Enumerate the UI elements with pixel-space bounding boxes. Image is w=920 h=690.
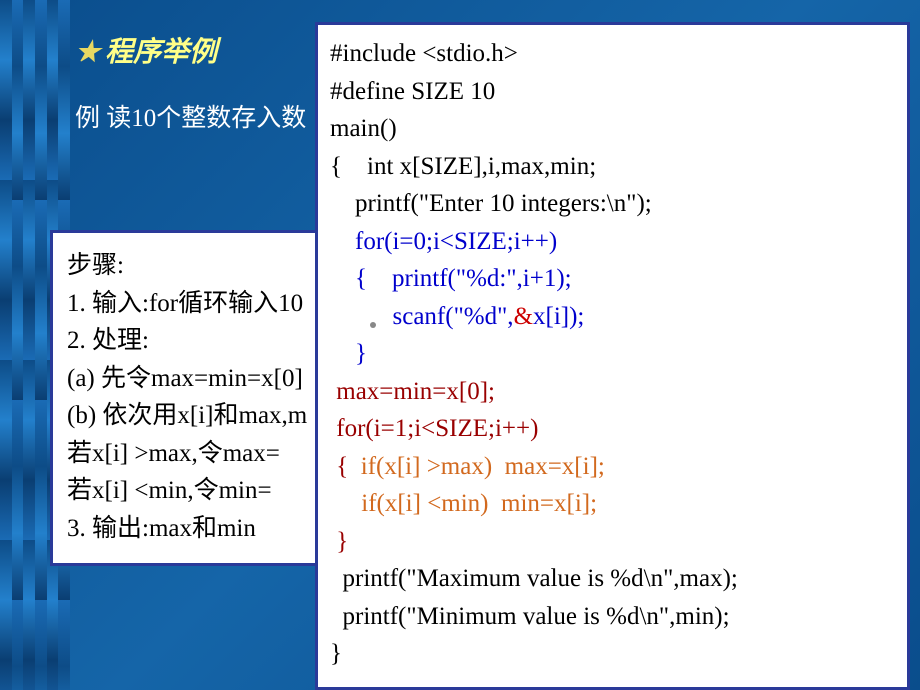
marker-dot — [370, 322, 376, 328]
code-line: #include <stdio.h> — [330, 35, 895, 73]
example-description: 例 读10个整数存入数 — [75, 98, 306, 134]
code-panel: #include <stdio.h> #define SIZE 10 main(… — [315, 22, 910, 690]
code-line: { printf("%d:",i+1); — [330, 260, 895, 298]
section-title: ★程序举例 — [75, 30, 217, 70]
code-line: printf("Minimum value is %d\n",min); — [330, 598, 895, 636]
code-line: printf("Enter 10 integers:\n"); — [330, 185, 895, 223]
title-text: 程序举例 — [105, 37, 217, 68]
code-line: { if(x[i] >max) max=x[i]; — [330, 448, 895, 486]
code-line: } — [330, 523, 895, 561]
code-line: main() — [330, 110, 895, 148]
code-line: } — [330, 335, 895, 373]
code-line: } — [330, 635, 895, 673]
code-line: #define SIZE 10 — [330, 73, 895, 111]
code-line: printf("Maximum value is %d\n",max); — [330, 560, 895, 598]
code-line: for(i=1;i<SIZE;i++) — [330, 410, 895, 448]
code-line: { int x[SIZE],i,max,min; — [330, 148, 895, 186]
code-line: max=min=x[0]; — [330, 373, 895, 411]
code-line: for(i=0;i<SIZE;i++) — [330, 223, 895, 261]
code-line: scanf("%d",&x[i]); — [330, 298, 895, 336]
star-icon: ★ — [75, 37, 100, 68]
code-line: if(x[i] <min) min=x[i]; — [330, 485, 895, 523]
